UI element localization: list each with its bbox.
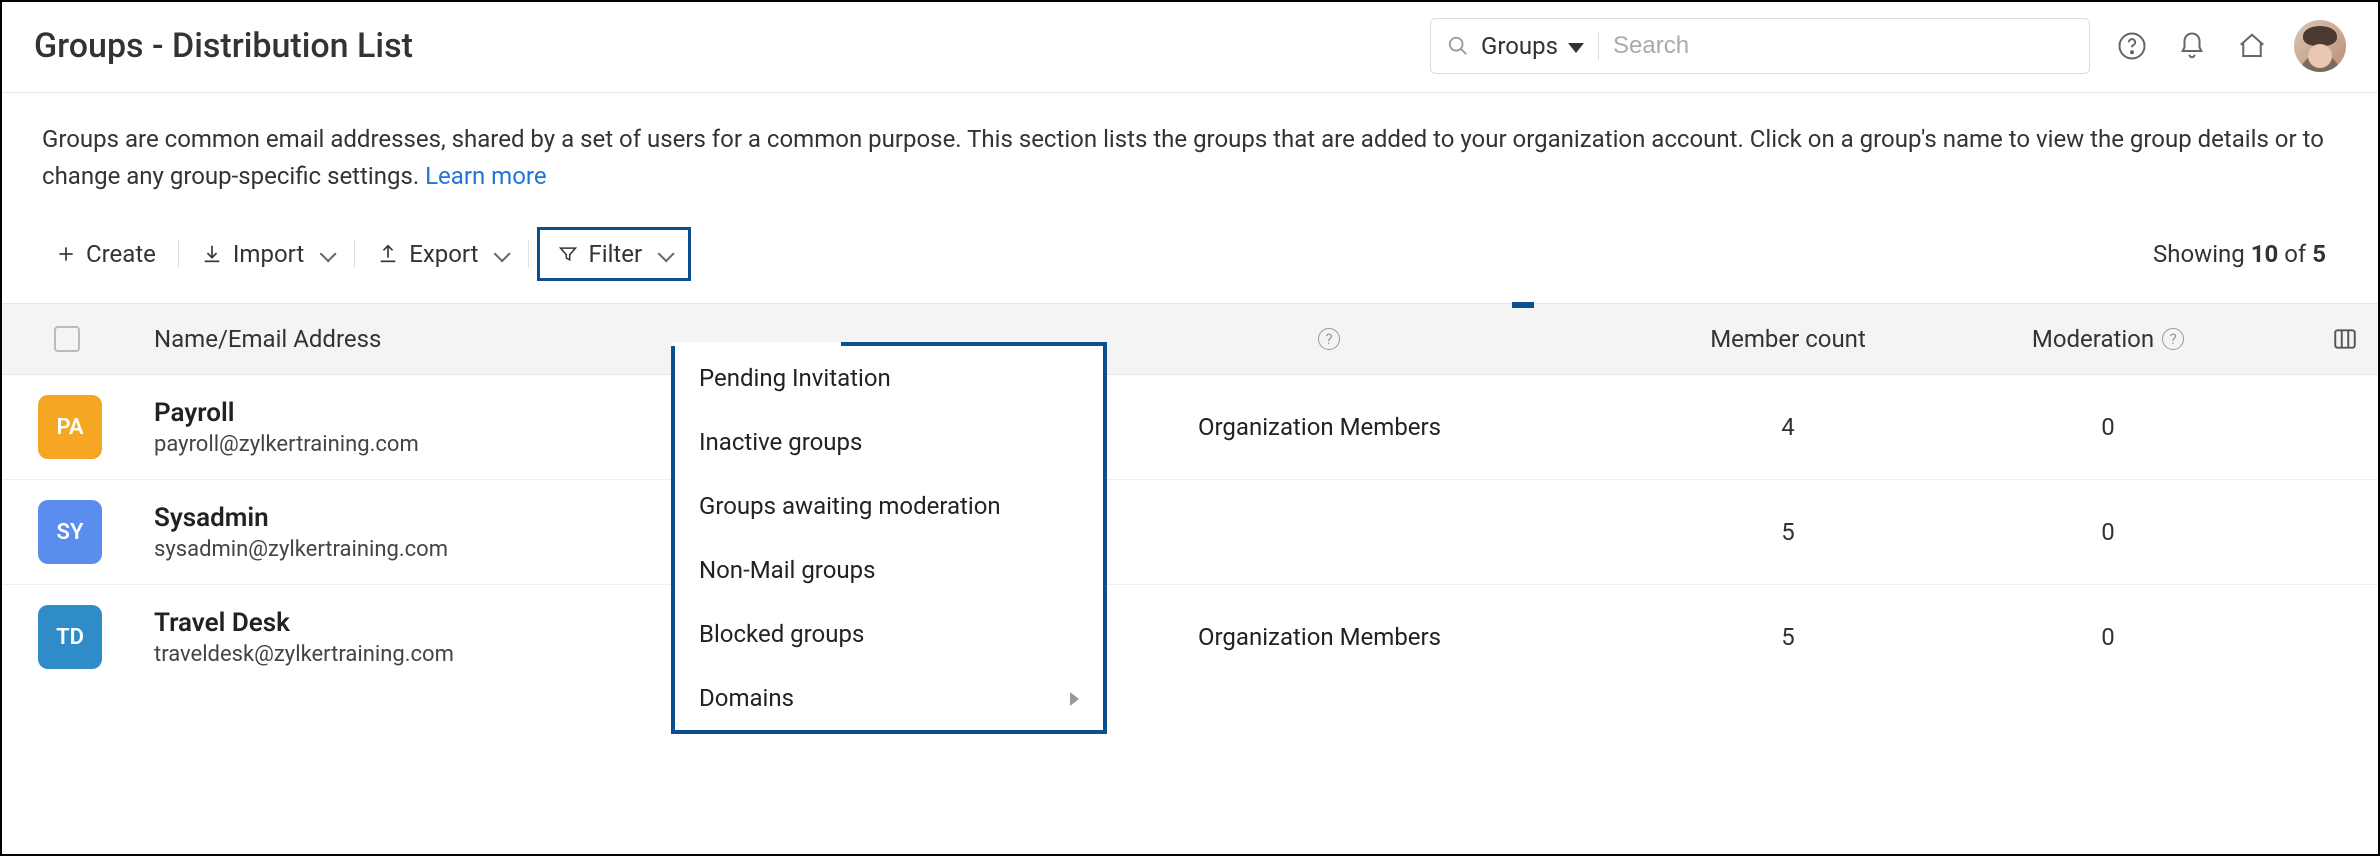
filter-option-pending-invitation[interactable]: Pending Invitation [675,346,1103,410]
chevron-down-icon [314,240,332,268]
filter-dropdown-menu: Pending Invitation Inactive groups Group… [671,342,1107,734]
home-icon[interactable] [2234,28,2270,64]
showing-indicator: Showing 10 of 5 [2153,240,2338,268]
select-all-checkbox[interactable] [54,326,80,352]
table-row[interactable]: PA Payroll payroll@zylkertraining.com Or… [2,375,2378,480]
filter-option-inactive-groups[interactable]: Inactive groups [675,410,1103,474]
page-description: Groups are common email addresses, share… [2,93,2378,207]
sort-indicator [1512,302,1534,308]
table-row[interactable]: SY Sysadmin sysadmin@zylkertraining.com … [2,480,2378,585]
col-member-count[interactable]: Member count [1638,325,1938,353]
search-scope-dropdown[interactable]: Groups [1481,32,1599,60]
export-label: Export [409,240,478,268]
learn-more-link[interactable]: Learn more [425,162,546,190]
filter-label: Filter [588,240,642,268]
filter-button[interactable]: Filter [537,227,691,281]
search-bar[interactable]: Groups [1430,18,2090,74]
page-title: Groups - Distribution List [34,26,413,66]
moderation-count: 0 [1938,623,2278,651]
moderation-count: 0 [1938,518,2278,546]
moderation-count: 0 [1938,413,2278,441]
member-count: 5 [1638,518,1938,546]
member-count: 5 [1638,623,1938,651]
create-label: Create [86,240,156,268]
filter-option-domains[interactable]: Domains [675,666,1103,730]
import-label: Import [233,240,304,268]
table-header: Name/Email Address ? Member count Modera… [2,303,2378,375]
access-level: Organization Members [1198,623,1638,651]
group-badge: TD [38,605,102,669]
col-access[interactable]: ? [1318,328,1638,350]
toolbar-divider [178,240,179,268]
help-icon[interactable]: ? [2162,328,2184,350]
help-icon[interactable] [2114,28,2150,64]
filter-option-non-mail-groups[interactable]: Non-Mail groups [675,538,1103,602]
chevron-down-icon [488,240,506,268]
filter-option-awaiting-moderation[interactable]: Groups awaiting moderation [675,474,1103,538]
toolbar-divider [528,240,529,268]
search-scope-label: Groups [1481,32,1558,60]
group-badge: SY [38,500,102,564]
filter-option-blocked-groups[interactable]: Blocked groups [675,602,1103,666]
column-settings-button[interactable] [2278,326,2358,352]
search-input[interactable] [1613,32,2073,60]
help-icon[interactable]: ? [1318,328,1340,350]
create-button[interactable]: Create [42,234,170,274]
toolbar-divider [354,240,355,268]
col-moderation[interactable]: Moderation ? [1938,325,2278,353]
table-row[interactable]: TD Travel Desk traveldesk@zylkertraining… [2,585,2378,689]
avatar[interactable] [2294,20,2346,72]
import-button[interactable]: Import [187,234,346,274]
chevron-right-icon [1070,684,1079,712]
caret-down-icon [1564,32,1584,60]
group-badge: PA [38,395,102,459]
chevron-down-icon [652,240,670,268]
table-body: PA Payroll payroll@zylkertraining.com Or… [2,375,2378,689]
search-icon [1447,35,1469,57]
export-button[interactable]: Export [363,234,520,274]
bell-icon[interactable] [2174,28,2210,64]
member-count: 4 [1638,413,1938,441]
access-level: Organization Members [1198,413,1638,441]
